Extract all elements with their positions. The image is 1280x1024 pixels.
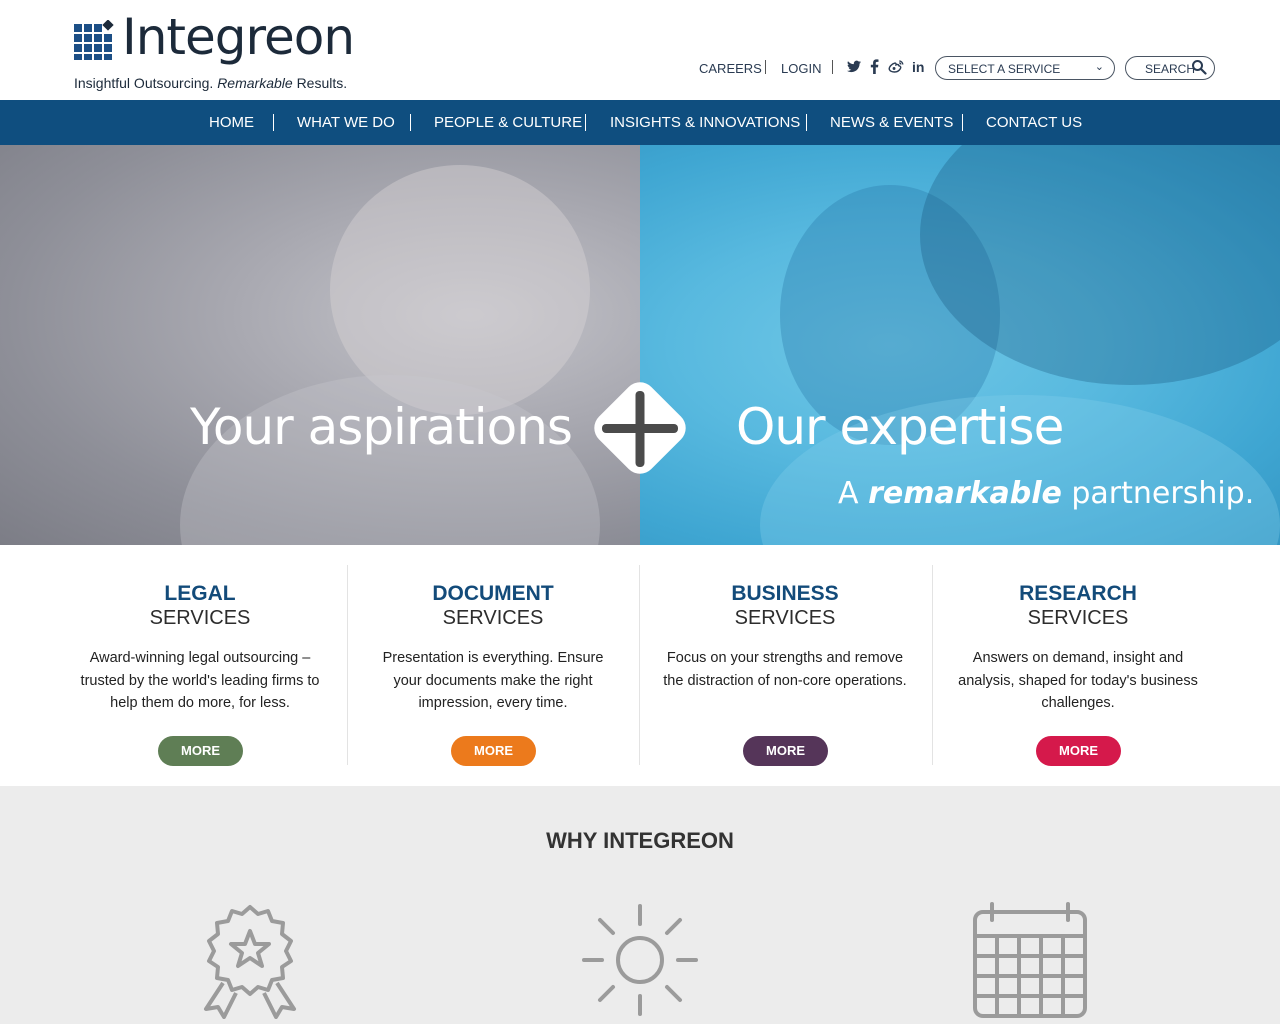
service-title: BUSINESS xyxy=(731,582,839,605)
select-service-dropdown[interactable]: SELECT A SERVICE ⌄ xyxy=(935,56,1115,80)
service-description: Answers on demand, insight and analysis,… xyxy=(958,650,1198,711)
award-ribbon-icon xyxy=(204,905,296,1019)
sun-icon xyxy=(582,904,698,1016)
logo-wordmark: Integreon xyxy=(122,8,355,66)
utility-divider xyxy=(832,60,833,74)
service-card-legal: LEGAL SERVICES Award-winning legal outso… xyxy=(54,545,346,786)
nav-item-what-we-do[interactable]: WHAT WE DO xyxy=(297,114,395,131)
service-card-research: RESEARCH SERVICES Answers on demand, ins… xyxy=(932,545,1224,786)
hero-left-photo xyxy=(0,145,640,545)
chevron-down-icon: ⌄ xyxy=(1094,61,1104,73)
nav-item-people-culture[interactable]: PEOPLE & CULTURE xyxy=(434,114,582,131)
document-more-button[interactable]: MORE xyxy=(451,736,536,766)
service-description: Presentation is everything. Ensure your … xyxy=(382,650,604,711)
hero-sub-end: partnership. xyxy=(1071,476,1255,511)
service-card-business: BUSINESS SERVICES Focus on your strength… xyxy=(639,545,931,786)
service-subtitle: SERVICES xyxy=(442,607,544,629)
why-section: WHY INTEGREON xyxy=(0,786,1280,1024)
search-label: SEARCH xyxy=(1145,62,1196,76)
utility-divider xyxy=(765,60,766,74)
logo-grid-icon xyxy=(74,20,114,60)
utility-bar: CAREERS LOGIN in SELECT A SERVICE ⌄ SEAR… xyxy=(0,56,1280,80)
nav-item-insights-innovations[interactable]: INSIGHTS & INNOVATIONS xyxy=(610,114,800,131)
twitter-icon[interactable] xyxy=(847,60,861,73)
linkedin-icon[interactable]: in xyxy=(912,59,924,75)
facebook-icon[interactable] xyxy=(870,59,879,74)
nav-divider xyxy=(410,114,411,131)
main-nav: HOME WHAT WE DO PEOPLE & CULTURE INSIGHT… xyxy=(0,100,1280,145)
nav-divider xyxy=(273,114,274,131)
service-title: DOCUMENT xyxy=(432,582,554,605)
select-service-label: SELECT A SERVICE xyxy=(948,62,1061,76)
research-more-button[interactable]: MORE xyxy=(1036,736,1121,766)
site-header: Integreon Insightful Outsourcing. Remark… xyxy=(0,0,1280,100)
hero-banner: Your aspirations Our expertise A remarka… xyxy=(0,145,1280,545)
calendar-icon xyxy=(973,902,1087,1018)
hero-sub-start: A xyxy=(838,476,859,511)
nav-divider xyxy=(962,114,963,131)
legal-more-button[interactable]: MORE xyxy=(158,736,243,766)
service-title: RESEARCH xyxy=(1019,582,1137,605)
nav-item-home[interactable]: HOME xyxy=(209,114,254,131)
nav-divider xyxy=(806,114,807,131)
services-section: LEGAL SERVICES Award-winning legal outso… xyxy=(0,545,1280,786)
nav-divider xyxy=(585,114,586,131)
hero-heading-left: Your aspirations xyxy=(190,398,573,456)
service-title: LEGAL xyxy=(164,582,236,605)
service-subtitle: SERVICES xyxy=(734,607,836,629)
service-subtitle: SERVICES xyxy=(149,607,251,629)
search-button[interactable]: SEARCH xyxy=(1125,56,1215,80)
service-card-document: DOCUMENT SERVICES Presentation is everyt… xyxy=(347,545,639,786)
service-description: Award-winning legal outsourcing – truste… xyxy=(80,650,320,711)
business-more-button[interactable]: MORE xyxy=(743,736,828,766)
plus-icon xyxy=(594,382,686,474)
service-description: Focus on your strengths and remove the d… xyxy=(663,650,907,689)
hero-subheading: A remarkable partnership. xyxy=(838,476,1254,511)
careers-link[interactable]: CAREERS xyxy=(699,61,762,76)
nav-item-news-events[interactable]: NEWS & EVENTS xyxy=(830,114,953,131)
why-title: WHY INTEGREON xyxy=(546,828,734,853)
service-subtitle: SERVICES xyxy=(1027,607,1129,629)
weibo-icon[interactable] xyxy=(888,60,904,73)
search-icon xyxy=(1192,60,1207,75)
login-link[interactable]: LOGIN xyxy=(781,61,821,76)
hero-sub-emphasis: remarkable xyxy=(868,476,1062,511)
nav-item-contact-us[interactable]: CONTACT US xyxy=(986,114,1082,131)
hero-heading-right: Our expertise xyxy=(736,398,1064,456)
